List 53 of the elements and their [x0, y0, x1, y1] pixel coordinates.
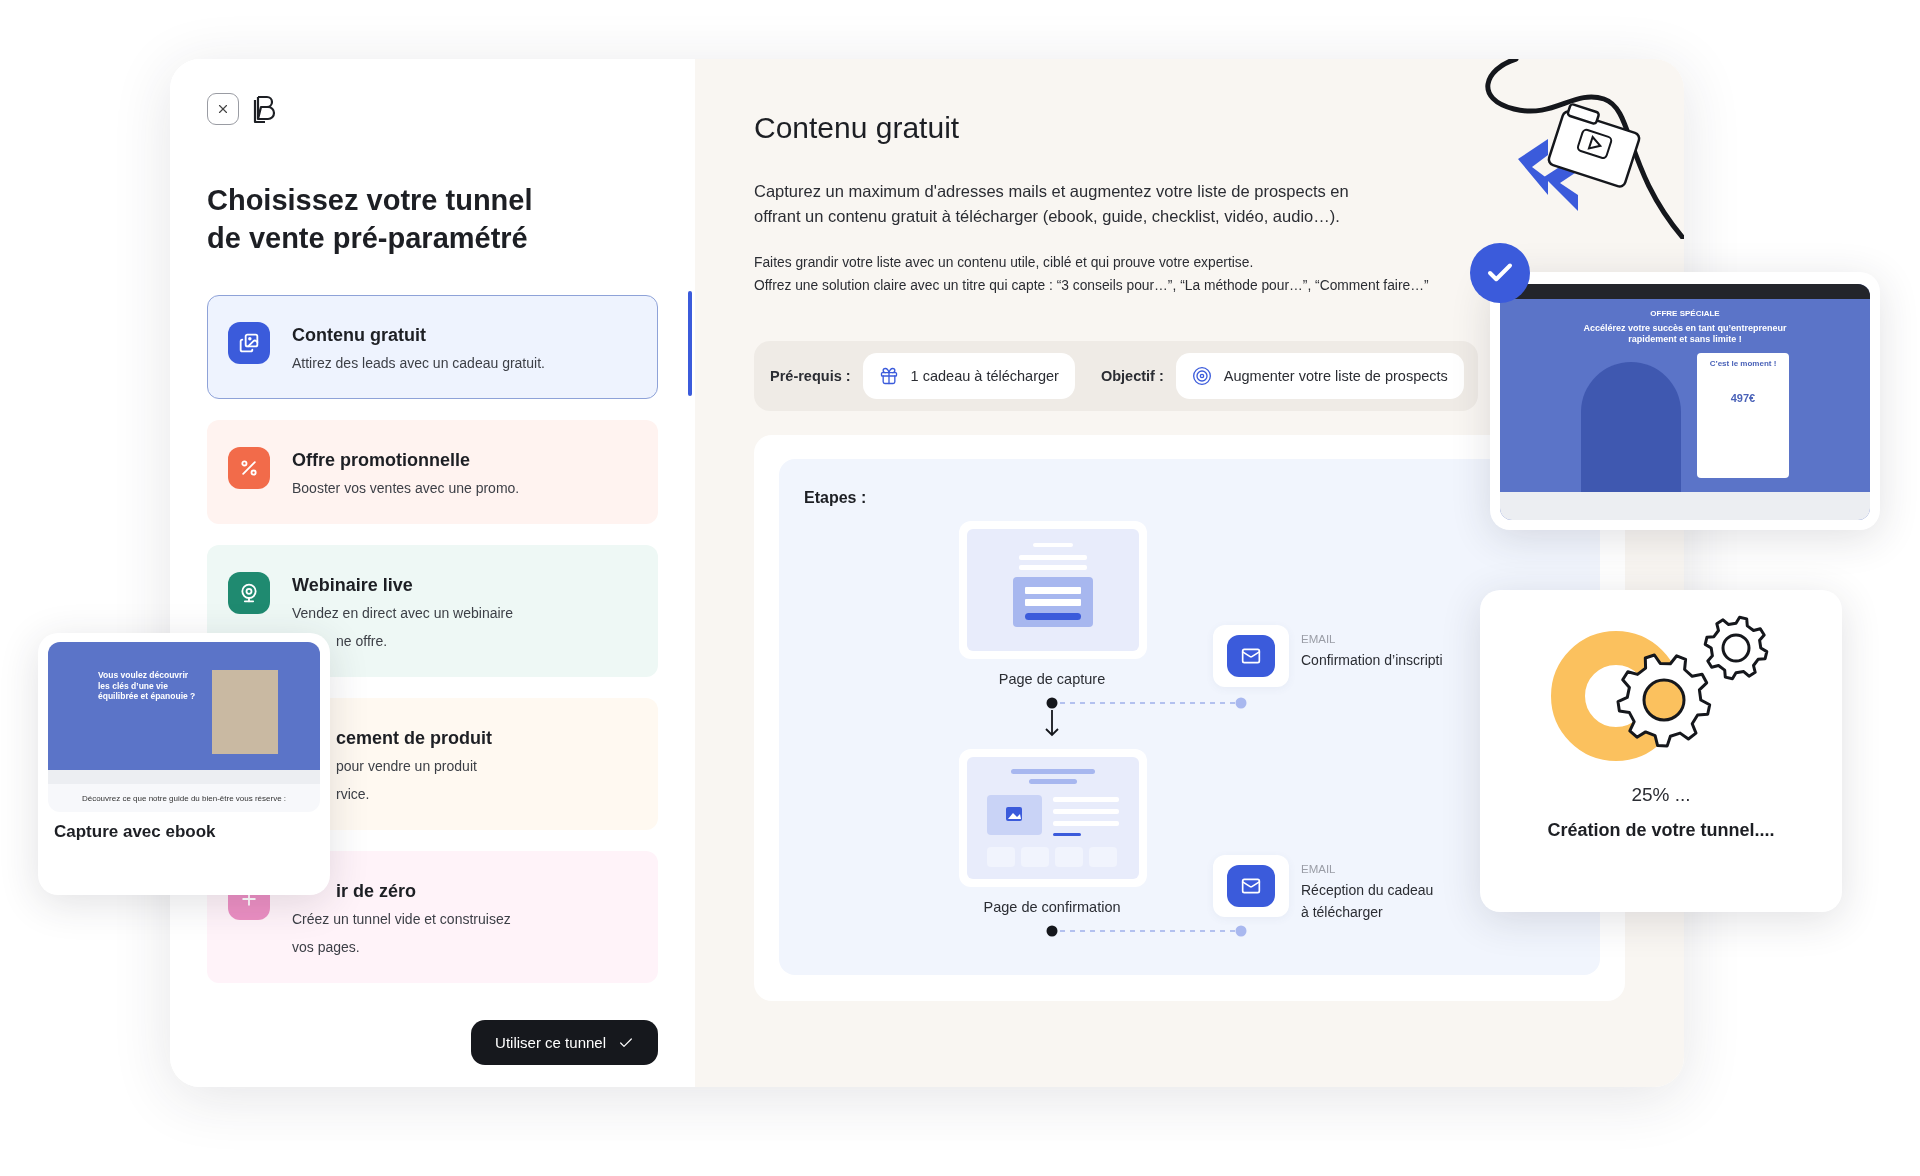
goal-text: Augmenter votre liste de prospects — [1223, 368, 1448, 384]
template-title: Webinaire live — [292, 574, 414, 596]
template-description: Booster vos ventes avec une promo. — [292, 479, 520, 498]
close-icon — [216, 102, 230, 116]
section-title: Contenu gratuit — [754, 111, 961, 145]
email-tag: EMAIL — [1301, 633, 1336, 645]
use-tunnel-button[interactable]: Utiliser ce tunnel — [471, 1020, 658, 1065]
requirement-text: 1 cadeau à télécharger — [910, 368, 1059, 384]
goal-label: Objectif : — [1100, 368, 1164, 384]
template-description: rvice. — [335, 785, 371, 804]
steps-heading: Etapes : — [804, 489, 868, 507]
template-card[interactable]: Offre promotionnelle Booster vos ventes avec une promo. — [207, 420, 658, 524]
email-title: Confirmation d’inscripti — [1301, 651, 1443, 670]
gift-icon — [878, 366, 899, 386]
offer-price: 497€ — [1730, 392, 1756, 404]
target-icon — [1191, 366, 1212, 386]
template-title: Offre promotionnelle — [292, 449, 471, 471]
template-card[interactable]: Contenu gratuit Attirez des leads avec un cadeau gratuit. — [207, 295, 658, 399]
template-description: Créez un tunnel vide et construisez — [292, 910, 511, 929]
page-label: Page de confirmation — [982, 899, 1122, 915]
template-icon — [228, 447, 270, 489]
tip-text: Faites grandir votre liste avec un contenu utile, ciblé et qui prouve votre expertise. — [754, 254, 1255, 272]
page-label: Page de capture — [997, 671, 1107, 687]
template-icon — [228, 572, 270, 614]
page-title: Choisissez votre tunnel de vente pré-paramétré — [207, 183, 534, 256]
mail-icon — [1227, 865, 1275, 907]
offer-title: C’est le moment ! — [1709, 359, 1777, 368]
template-description: Vendez en direct avec un webinaire — [292, 604, 514, 623]
template-description: vos pages. — [292, 938, 361, 957]
down-arrow — [1045, 709, 1059, 737]
tip-text: Offrez une solution claire avec un titre qui capte : “3 conseils pour…”, “La méthode pour…”, “Comment faire…” — [754, 277, 1430, 295]
email-tag: EMAIL — [1301, 863, 1336, 875]
template-description: Attirez des leads avec un cadeau gratuit. — [292, 354, 545, 373]
scrollbar-thumb[interactable] — [688, 291, 692, 396]
progress-message: Création de votre tunnel.... — [1547, 820, 1775, 841]
template-description: ne offre. — [335, 632, 389, 651]
template-description: pour vendre un produit — [335, 757, 478, 776]
template-title: Contenu gratuit — [292, 324, 427, 346]
logo-icon — [253, 94, 277, 124]
progress-percent: 25% ... — [1631, 784, 1691, 806]
template-title: cement de produit — [335, 727, 492, 749]
mail-icon — [1227, 635, 1275, 677]
email-title: Réception du cadeau à télécharger — [1301, 881, 1434, 922]
requirements-label: Pré-requis : — [770, 368, 851, 384]
preview-eyebrow: OFFRE SPÉCIALE — [1649, 309, 1721, 318]
preview-headline: Vous voulez découvrir les clés d’une vie équilibrée et épanouie ? — [98, 670, 197, 703]
template-card[interactable]: Webinaire live Vendez en direct avec un webinaire ne offre. — [207, 545, 658, 677]
template-title: ir de zéro — [335, 880, 418, 902]
template-icon — [228, 322, 270, 364]
intro-text: Capturez un maximum d'adresses mails et augmentez votre liste de prospects en offrant un contenu gratuit à télécharger (ebook, guide, checklist, vidéo, audio…). — [754, 181, 1350, 227]
preview-headline: Accélérez votre succès en tant qu’entrepreneur rapidement et sans limite ! — [1582, 323, 1788, 345]
template-card[interactable]: ir de zéro Créez un tunnel vide et construisez vos pages. — [207, 851, 658, 983]
close-button[interactable] — [207, 93, 239, 125]
